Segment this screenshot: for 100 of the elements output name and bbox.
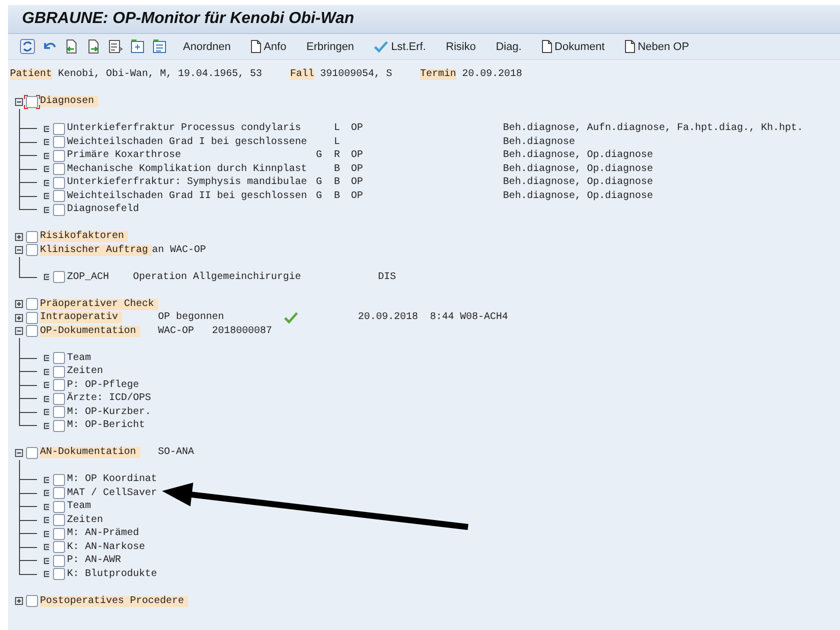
expand-all-icon (130, 39, 144, 54)
section-label[interactable]: OP-Dokumentation (40, 326, 140, 337)
checkbox[interactable] (53, 392, 65, 405)
toolbar-icon-button[interactable] (18, 38, 36, 56)
node-icon (43, 152, 50, 160)
node-text: M: OP-Bericht (67, 420, 146, 432)
checkbox[interactable] (26, 298, 38, 310)
toolbar-button[interactable]: Neben OP (622, 38, 692, 55)
node-text: L (334, 136, 342, 148)
checkmark-icon (284, 312, 298, 324)
collapse-icon[interactable] (15, 98, 23, 106)
node-icon (43, 570, 50, 578)
collapse-icon[interactable] (15, 448, 23, 457)
checkbox[interactable] (53, 190, 65, 202)
expand-icon[interactable] (15, 314, 23, 322)
page-back-icon (64, 39, 78, 54)
checkbox[interactable] (53, 204, 65, 216)
section-label[interactable]: Klinischer Auftrag (40, 244, 152, 256)
checkbox[interactable] (53, 136, 65, 148)
node-icon (43, 502, 50, 511)
node-text: DIS (378, 272, 396, 283)
checkbox[interactable] (53, 554, 65, 567)
expand-icon[interactable] (15, 597, 23, 606)
toolbar-icon-button[interactable] (106, 38, 124, 56)
node-text: Beh.diagnose, Op.diagnose (503, 150, 654, 162)
node-text: OP (351, 164, 364, 175)
node-text: OP (351, 177, 364, 188)
toolbar-button[interactable]: Lst.Erf. (371, 38, 429, 54)
section-detail: SO-ANA (158, 447, 194, 458)
checkbox[interactable] (53, 568, 65, 580)
node-icon (43, 124, 50, 133)
node-text: Beh.diagnose (503, 136, 576, 148)
node-text: Team (67, 352, 92, 364)
checkbox[interactable] (26, 446, 38, 459)
checkbox[interactable] (53, 487, 65, 500)
node-text: K: AN-Narkose (67, 542, 146, 553)
checkbox[interactable] (53, 379, 65, 392)
toolbar-button[interactable]: Anfo (248, 38, 290, 55)
checkbox[interactable] (53, 122, 65, 135)
field-label: Patient (10, 69, 52, 80)
checkbox[interactable] (53, 500, 65, 513)
document-icon (542, 40, 552, 53)
toolbar-icon-button[interactable] (128, 38, 146, 56)
page-forward-icon (86, 39, 100, 54)
document-icon (250, 40, 261, 53)
node-text: ZOP_ACH (67, 272, 110, 283)
toolbar-icon-button[interactable] (150, 38, 168, 56)
section-label[interactable]: Diagnosen (40, 96, 98, 108)
section-label[interactable]: AN-Dokumentation (40, 447, 140, 458)
section-label[interactable]: Risikofaktoren (40, 231, 128, 242)
checkbox[interactable] (53, 271, 65, 284)
toolbar-button[interactable]: Dokument (538, 38, 608, 55)
field-value: 20.09.2018 (462, 69, 522, 80)
toolbar-button[interactable]: Risiko (442, 38, 479, 54)
node-text: Unterkieferfraktur Processus condylaris (67, 123, 302, 134)
toolbar-button[interactable]: Anordnen (180, 38, 234, 54)
section-label[interactable]: Postoperatives Procedere (40, 596, 188, 607)
checkbox[interactable] (53, 514, 65, 526)
checkbox[interactable] (53, 406, 65, 418)
node-icon (43, 206, 50, 214)
expand-icon[interactable] (15, 300, 23, 308)
checkbox[interactable] (53, 541, 65, 554)
checkbox[interactable] (53, 366, 65, 378)
checkbox[interactable] (53, 474, 65, 486)
checkbox[interactable] (26, 312, 38, 324)
checkbox[interactable] (53, 176, 65, 189)
collapse-icon[interactable] (15, 246, 23, 254)
node-text: B (334, 177, 342, 188)
node-icon (43, 381, 50, 390)
checkbox[interactable] (53, 420, 65, 432)
checkbox[interactable] (53, 163, 65, 176)
checkbox[interactable] (26, 325, 38, 338)
node-icon (43, 165, 50, 174)
field-label: Termin (420, 69, 456, 80)
checkbox[interactable] (26, 595, 38, 608)
toolbar-button[interactable]: Erbringen (303, 38, 358, 54)
node-text: MAT / CellSaver (67, 488, 158, 499)
node-text: Beh.diagnose, Op.diagnose (503, 177, 654, 188)
node-icon (43, 476, 50, 484)
node-text: Zeiten (67, 514, 104, 526)
expand-icon[interactable] (15, 232, 23, 241)
checkbox[interactable] (53, 528, 65, 540)
node-icon (43, 273, 50, 282)
section-label[interactable]: Intraoperativ (40, 312, 122, 324)
checkbox[interactable] (53, 352, 65, 364)
section-label[interactable]: Präoperativer Check (40, 298, 158, 310)
checkbox[interactable] (26, 244, 38, 256)
node-text: Beh.diagnose, Aufn.diagnose, Fa.hpt.diag., Kh.hpt. (503, 123, 804, 134)
node-text: OP (351, 190, 364, 202)
node-text: Weichteilschaden Grad I bei geschlossene (67, 136, 308, 148)
checkbox[interactable] (26, 230, 38, 243)
node-text: R (334, 150, 342, 162)
list-icon (108, 39, 122, 54)
collapse-icon[interactable] (15, 327, 23, 336)
node-text: M: AN-Prämed (67, 528, 140, 540)
node-icon (43, 354, 50, 362)
node-icon (43, 516, 50, 524)
toolbar-button[interactable]: Diag. (492, 38, 525, 54)
node-text: Zeiten (67, 366, 104, 378)
checkbox[interactable] (53, 150, 65, 162)
